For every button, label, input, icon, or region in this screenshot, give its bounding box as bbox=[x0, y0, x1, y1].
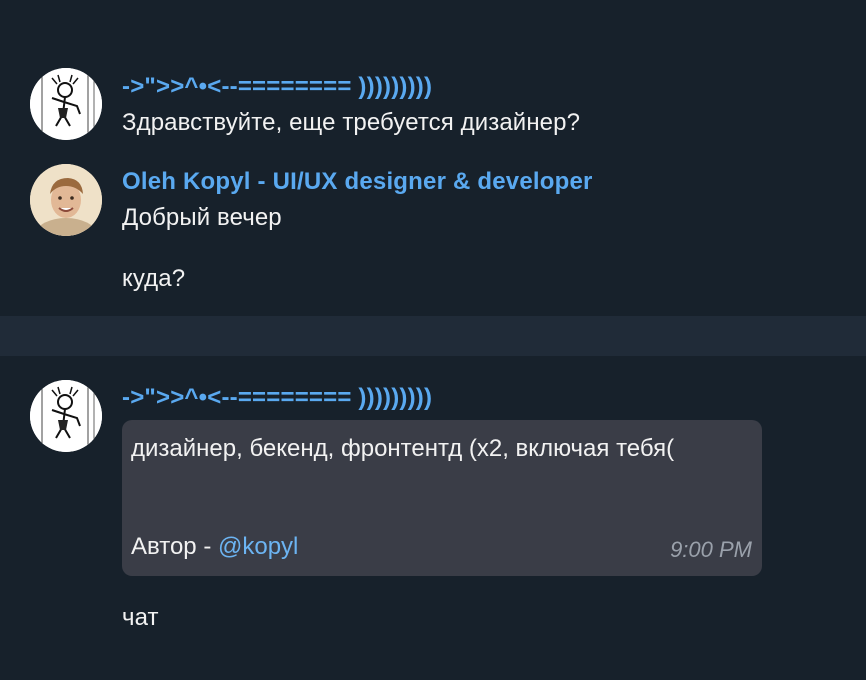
portrait-photo-avatar-icon bbox=[30, 164, 102, 236]
sender-name[interactable]: Oleh Kopyl - UI/UX designer & developer bbox=[122, 168, 593, 196]
sender-name[interactable]: ->">>^•<--======== ))))))))) bbox=[122, 384, 432, 412]
message-text: куда? bbox=[122, 265, 186, 292]
chat-history: ->">>^•<--======== ))))))))) Здравствуйт… bbox=[0, 0, 866, 680]
message-text: Здравствуйте, еще требуется дизайнер? bbox=[122, 109, 581, 136]
sketch-figure-avatar-icon bbox=[30, 68, 102, 140]
sender-avatar[interactable] bbox=[30, 68, 102, 140]
sender-name[interactable]: ->">>^•<--======== ))))))))) bbox=[122, 73, 432, 101]
sender-avatar[interactable] bbox=[30, 380, 102, 452]
message-timestamp: 9:00 PM bbox=[670, 537, 752, 562]
date-divider bbox=[0, 316, 866, 356]
mention-link[interactable]: @kopyl bbox=[218, 533, 298, 560]
message-text: чат bbox=[122, 604, 159, 631]
sketch-figure-avatar-icon bbox=[30, 380, 102, 452]
message-bubble[interactable]: дизайнер, бекенд, фронтентд (x2, включая… bbox=[122, 420, 762, 576]
author-line: Автор - @kopyl bbox=[131, 533, 298, 561]
message-text: дизайнер, бекенд, фронтентд (x2, включая… bbox=[131, 435, 675, 462]
sender-avatar[interactable] bbox=[30, 164, 102, 236]
message-text: Добрый вечер bbox=[122, 204, 282, 231]
author-label: Автор - bbox=[131, 533, 218, 560]
